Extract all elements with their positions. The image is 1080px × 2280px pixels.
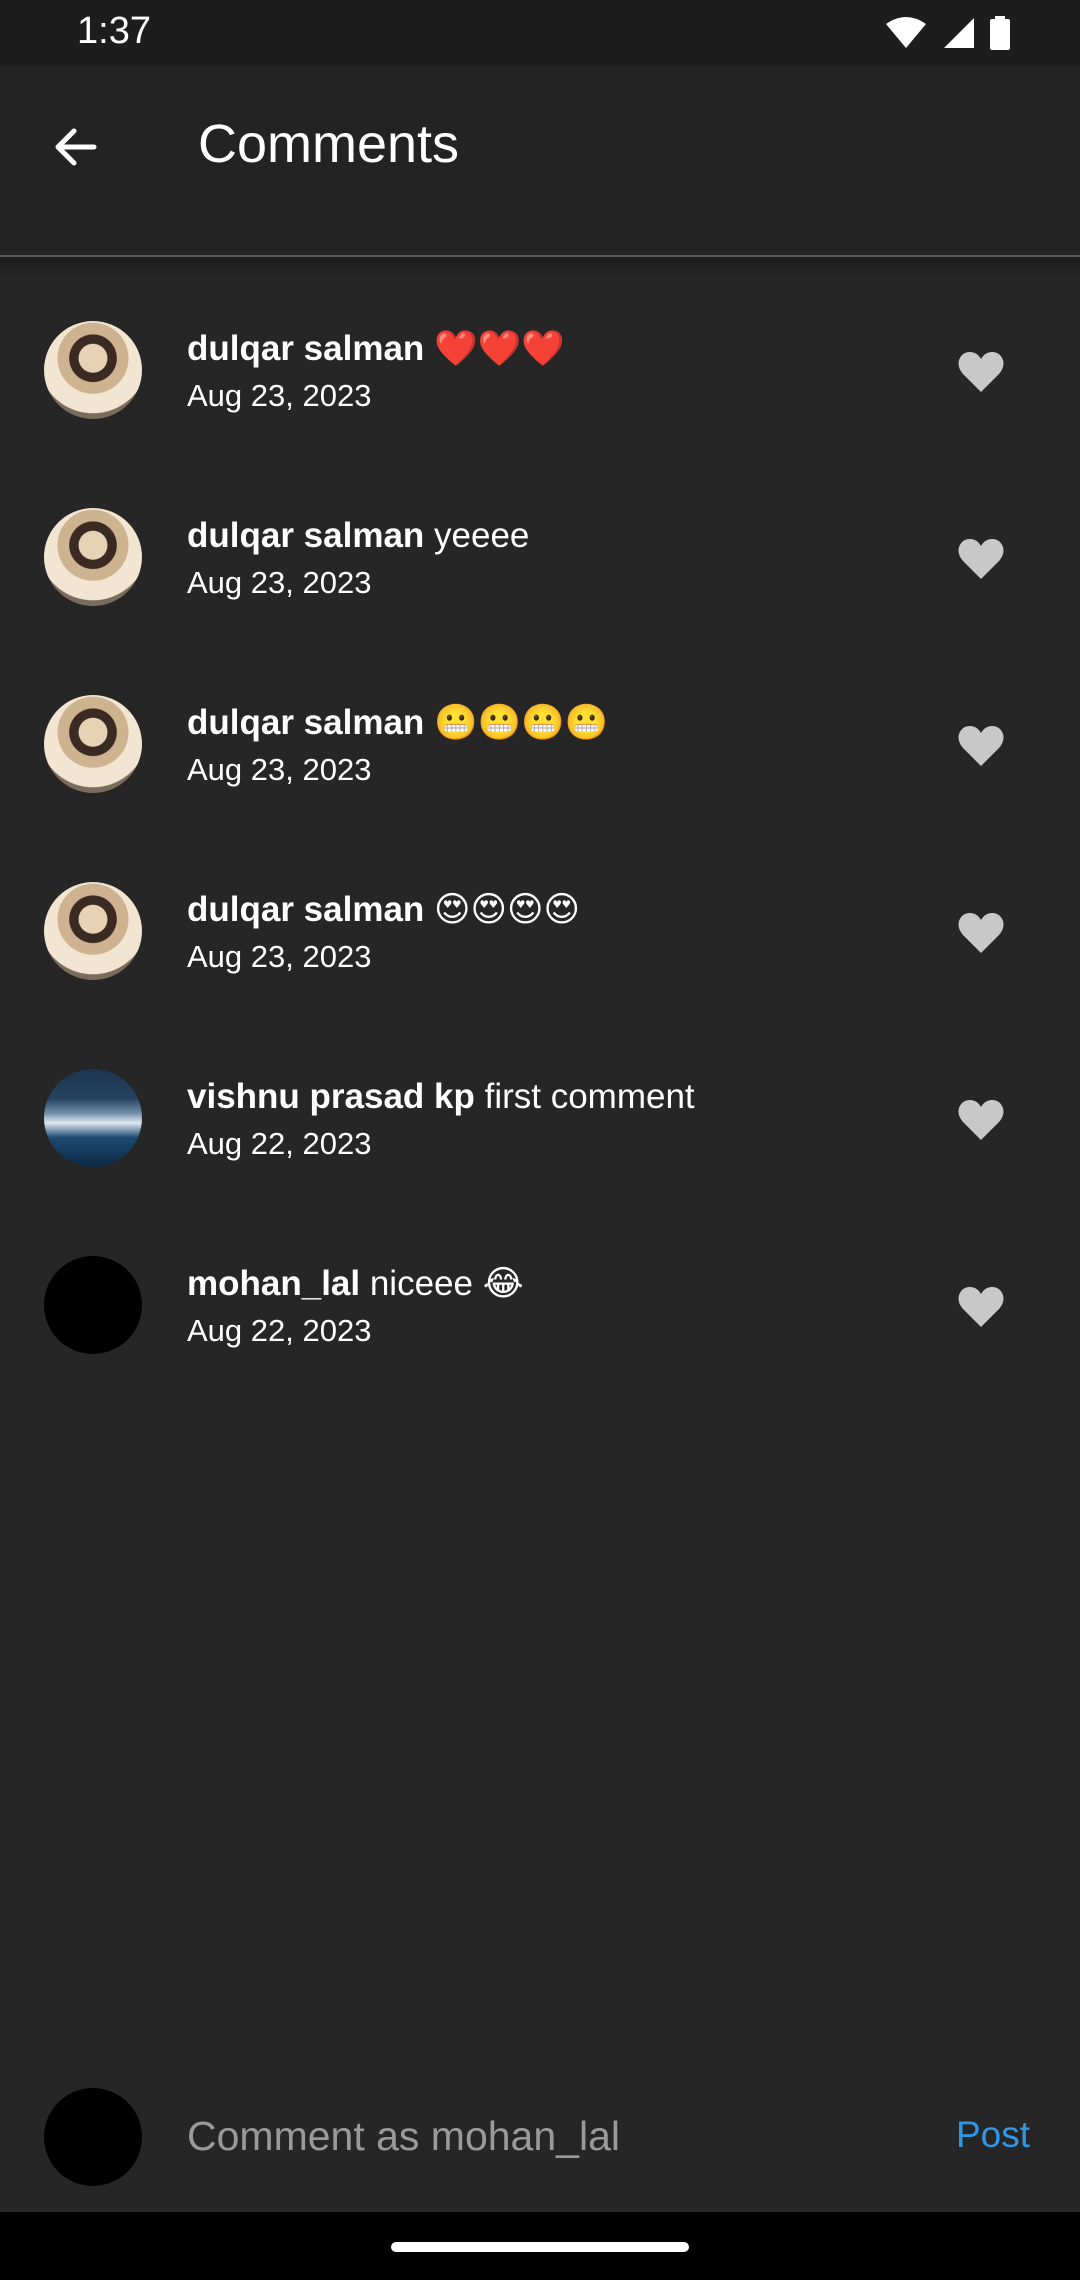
comment-input[interactable] <box>187 2104 907 2168</box>
comment-date: Aug 22, 2023 <box>187 1313 372 1348</box>
comment-item: mohan_lal niceee 😂 Aug 22, 2023 <box>0 1213 1080 1400</box>
comment-username[interactable]: mohan_lal <box>187 1264 360 1303</box>
avatar[interactable] <box>44 882 142 980</box>
heart-icon[interactable] <box>957 537 1005 581</box>
comment-text: mohan_lal niceee 😂 <box>187 1261 524 1307</box>
comment-item: dulqar salman 😍😍😍😍 Aug 23, 2023 <box>0 839 1080 1026</box>
heart-icon[interactable] <box>957 1098 1005 1142</box>
comment-date: Aug 23, 2023 <box>187 752 372 787</box>
comment-username[interactable]: vishnu prasad kp <box>187 1077 475 1116</box>
comment-date: Aug 23, 2023 <box>187 939 372 974</box>
comment-date: Aug 22, 2023 <box>187 1126 372 1161</box>
app-bar: Comments <box>0 65 1080 257</box>
home-indicator[interactable] <box>391 2242 689 2252</box>
comment-username[interactable]: dulqar salman <box>187 516 424 555</box>
comment-body: first comment <box>484 1077 695 1116</box>
comment-item: vishnu prasad kp first comment Aug 22, 2… <box>0 1026 1080 1213</box>
heart-icon[interactable] <box>957 1285 1005 1329</box>
battery-icon <box>990 16 1010 50</box>
avatar[interactable] <box>44 1256 142 1354</box>
comment-composer: Post <box>0 2070 1080 2212</box>
app-bar-shadow <box>0 257 1080 279</box>
heart-icon[interactable] <box>957 724 1005 768</box>
avatar[interactable] <box>44 695 142 793</box>
comment-text: dulqar salman 😍😍😍😍 <box>187 887 580 933</box>
cellular-signal-icon <box>944 18 974 48</box>
post-button[interactable]: Post <box>956 2114 1030 2156</box>
comment-text: dulqar salman 😬😬😬😬 <box>187 700 608 746</box>
status-icons <box>884 16 1010 50</box>
comment-item: dulqar salman yeeee Aug 23, 2023 <box>0 465 1080 652</box>
comment-username[interactable]: dulqar salman <box>187 329 424 368</box>
comment-body: niceee 😂 <box>369 1264 524 1303</box>
comment-body: 😬😬😬😬 <box>434 703 609 742</box>
status-bar: 1:37 <box>0 0 1080 65</box>
comment-text: vishnu prasad kp first comment <box>187 1074 695 1120</box>
page-title: Comments <box>198 114 460 174</box>
status-time: 1:37 <box>77 10 151 52</box>
comment-body: yeeee <box>434 516 530 555</box>
comment-body: ❤️❤️❤️ <box>434 329 565 368</box>
comment-username[interactable]: dulqar salman <box>187 890 424 929</box>
comment-item: dulqar salman 😬😬😬😬 Aug 23, 2023 <box>0 652 1080 839</box>
comment-text: dulqar salman ❤️❤️❤️ <box>187 326 565 372</box>
heart-icon[interactable] <box>957 350 1005 394</box>
avatar[interactable] <box>44 321 142 419</box>
arrow-back-icon <box>55 128 97 166</box>
navigation-bar <box>0 2212 1080 2280</box>
comment-text: dulqar salman yeeee <box>187 513 529 559</box>
avatar[interactable] <box>44 508 142 606</box>
comment-date: Aug 23, 2023 <box>187 378 372 413</box>
comment-body: 😍😍😍😍 <box>434 890 580 929</box>
comment-date: Aug 23, 2023 <box>187 565 372 600</box>
avatar[interactable] <box>44 1069 142 1167</box>
comment-item: dulqar salman ❤️❤️❤️ Aug 23, 2023 <box>0 278 1080 465</box>
comment-list: dulqar salman ❤️❤️❤️ Aug 23, 2023 dulqar… <box>0 278 1080 1400</box>
comment-username[interactable]: dulqar salman <box>187 703 424 742</box>
back-button[interactable] <box>40 111 112 183</box>
wifi-icon <box>886 17 926 48</box>
heart-icon[interactable] <box>957 911 1005 955</box>
avatar <box>44 2088 142 2186</box>
